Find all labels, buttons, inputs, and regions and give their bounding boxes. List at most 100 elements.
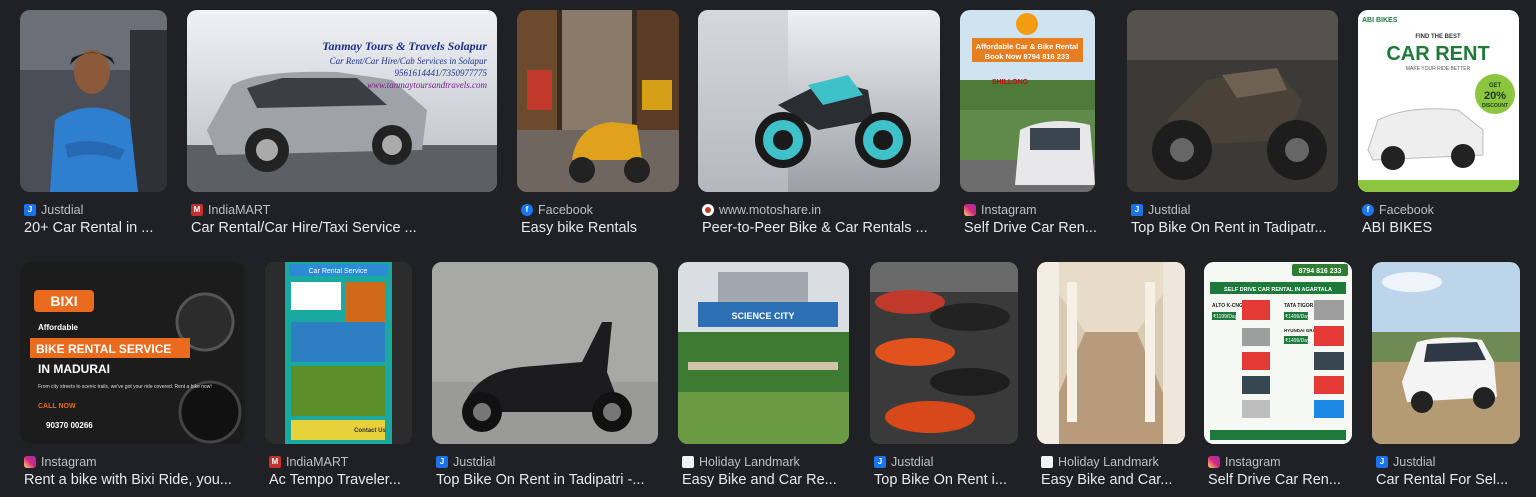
ad-subline: MAKE YOUR RIDE BETTER — [1406, 66, 1471, 72]
discount-value: 20% — [1484, 90, 1506, 102]
ad-brand: BIXI — [50, 293, 77, 309]
sign-text: SCIENCE CITY — [731, 311, 794, 321]
car-rent-discount-ad-image: ABI BIKES FIND THE BEST CAR RENT MAKE YO… — [1358, 10, 1519, 192]
ad-tagline: FIND THE BEST — [1415, 34, 1461, 40]
result-title[interactable]: Self Drive Car Ren... — [964, 220, 1108, 236]
white-mpv-car-photo — [1372, 262, 1520, 444]
result-thumbnail[interactable] — [1037, 262, 1185, 444]
price-value-3: ₹1499/Day — [1285, 338, 1310, 344]
result-source: f Facebook — [521, 203, 680, 217]
facebook-icon: f — [521, 204, 533, 216]
result-thumbnail[interactable]: BIXI Affordable BIKE RENTAL SERVICE IN M… — [20, 262, 245, 444]
banner-website: www.tanmaytoursandtravels.com — [367, 80, 487, 90]
indiamart-icon: M — [191, 204, 203, 216]
result-title[interactable]: Car Rental For Sel... — [1376, 472, 1520, 488]
result-title[interactable]: Easy Bike and Car... — [1041, 472, 1185, 488]
result-thumbnail[interactable] — [517, 10, 679, 192]
flyer-contact: Contact Us — [354, 428, 386, 434]
result-thumbnail[interactable] — [1127, 10, 1338, 192]
result-source: M IndiaMART — [269, 455, 415, 469]
ad-headline: CAR RENT — [1386, 43, 1489, 65]
ad-body: From city streets to scenic trails, we'v… — [38, 384, 212, 390]
parked-motorcycles-photo — [870, 262, 1018, 444]
ad-headline: Affordable Car & Bike Rental — [976, 42, 1079, 51]
result-thumbnail[interactable]: Car Rental Service Contact Us — [265, 262, 412, 444]
result-thumbnail[interactable]: 8794 816 233 SELF DRIVE CAR RENTAL IN AG… — [1204, 262, 1352, 444]
result-title[interactable]: Top Bike On Rent in Tadipatr... — [1131, 220, 1337, 236]
banner-company-name: Tanmay Tours & Travels Solapur — [322, 39, 487, 53]
instagram-icon — [24, 456, 36, 468]
source-name: Justdial — [41, 203, 84, 217]
result-title[interactable]: Car Rental/Car Hire/Taxi Service ... — [191, 220, 497, 236]
result-source: J Justdial — [24, 203, 170, 217]
cruiser-motorcycle-photo — [1127, 10, 1338, 192]
source-name: Facebook — [1379, 203, 1434, 217]
result-title[interactable]: 20+ Car Rental in ... — [24, 220, 168, 236]
result-thumbnail[interactable]: ABI BIKES FIND THE BEST CAR RENT MAKE YO… — [1358, 10, 1519, 192]
source-name: Facebook — [538, 203, 593, 217]
source-name: Instagram — [41, 455, 97, 469]
source-name: Justdial — [453, 455, 496, 469]
justdial-icon: J — [874, 456, 886, 468]
result-title[interactable]: Rent a bike with Bixi Ride, you... — [24, 472, 246, 488]
source-name: Justdial — [891, 455, 934, 469]
justdial-icon: J — [1376, 456, 1388, 468]
scooter-in-street-photo — [517, 10, 679, 192]
result-title[interactable]: Easy Bike and Car Re... — [682, 472, 851, 488]
result-title[interactable]: Ac Tempo Traveler... — [269, 472, 413, 488]
result-thumbnail[interactable] — [870, 262, 1018, 444]
ad-phone: 8794 816 233 — [1299, 268, 1342, 275]
ad-headline: BIKE RENTAL SERVICE — [36, 342, 171, 356]
holiday-landmark-icon — [682, 456, 694, 468]
facebook-icon: f — [1362, 204, 1374, 216]
result-source: J Justdial — [874, 455, 1020, 469]
science-city-photo: SCIENCE CITY — [678, 262, 849, 444]
result-title[interactable]: Easy bike Rentals — [521, 220, 678, 236]
result-source: Instagram — [1208, 455, 1354, 469]
ad-phone: 90370 00266 — [46, 421, 93, 430]
price-car-2: TATA TIGOR — [1284, 303, 1314, 309]
silver-suv-photo: Tanmay Tours & Travels Solapur Car Rent/… — [187, 10, 497, 192]
instagram-icon — [964, 204, 976, 216]
ad-city: IN MADURAI — [38, 362, 110, 376]
instagram-icon — [1208, 456, 1220, 468]
man-in-blue-shirt-photo — [20, 10, 167, 192]
justdial-icon: J — [1131, 204, 1143, 216]
agartala-car-rental-price-list-image: 8794 816 233 SELF DRIVE CAR RENTAL IN AG… — [1204, 262, 1352, 444]
result-thumbnail[interactable] — [20, 10, 167, 192]
ad-kicker: Affordable — [38, 323, 79, 332]
result-title[interactable]: Self Drive Car Ren... — [1208, 472, 1352, 488]
source-name: Justdial — [1393, 455, 1436, 469]
result-source: Instagram — [24, 455, 248, 469]
result-source: Instagram — [964, 203, 1110, 217]
result-thumbnail[interactable]: SCIENCE CITY — [678, 262, 849, 444]
source-name: Holiday Landmark — [699, 455, 800, 469]
banner-phone: 9561614441/7350977775 — [394, 68, 487, 78]
justdial-icon: J — [436, 456, 448, 468]
result-title[interactable]: Peer-to-Peer Bike & Car Rentals ... — [702, 220, 941, 236]
black-scooter-photo — [432, 262, 658, 444]
result-thumbnail[interactable]: Tanmay Tours & Travels Solapur Car Rent/… — [187, 10, 497, 192]
result-title[interactable]: Top Bike On Rent in Tadipatri -... — [436, 472, 660, 488]
result-title[interactable]: Top Bike On Rent i... — [874, 472, 1018, 488]
result-thumbnail[interactable] — [1372, 262, 1520, 444]
result-thumbnail[interactable] — [698, 10, 940, 192]
sport-motorcycle-photo — [698, 10, 940, 192]
price-value-1: ₹1199/Day — [1213, 314, 1238, 320]
discount-label: DISCOUNT — [1482, 103, 1508, 109]
ad-cta: CALL NOW — [38, 403, 76, 410]
bixi-bike-rental-ad-image: BIXI Affordable BIKE RENTAL SERVICE IN M… — [20, 262, 245, 444]
result-thumbnail[interactable]: Affordable Car & Bike Rental Book Now 87… — [960, 10, 1095, 192]
indiamart-icon: M — [269, 456, 281, 468]
discount-get: GET — [1489, 83, 1502, 89]
source-name: Holiday Landmark — [1058, 455, 1159, 469]
source-name: Instagram — [981, 203, 1037, 217]
source-name: IndiaMART — [208, 203, 271, 217]
ad-phone: Book Now 8794 816 233 — [985, 52, 1070, 61]
colonnade-corridor-photo — [1037, 262, 1185, 444]
result-thumbnail[interactable] — [432, 262, 658, 444]
price-car-1: ALTO K-CNG — [1212, 303, 1243, 309]
banner-services: Car Rent/Car Hire/Cab Services in Solapu… — [330, 56, 488, 66]
result-title[interactable]: ABI BIKES — [1362, 220, 1521, 236]
source-name: www.motoshare.in — [719, 203, 822, 217]
